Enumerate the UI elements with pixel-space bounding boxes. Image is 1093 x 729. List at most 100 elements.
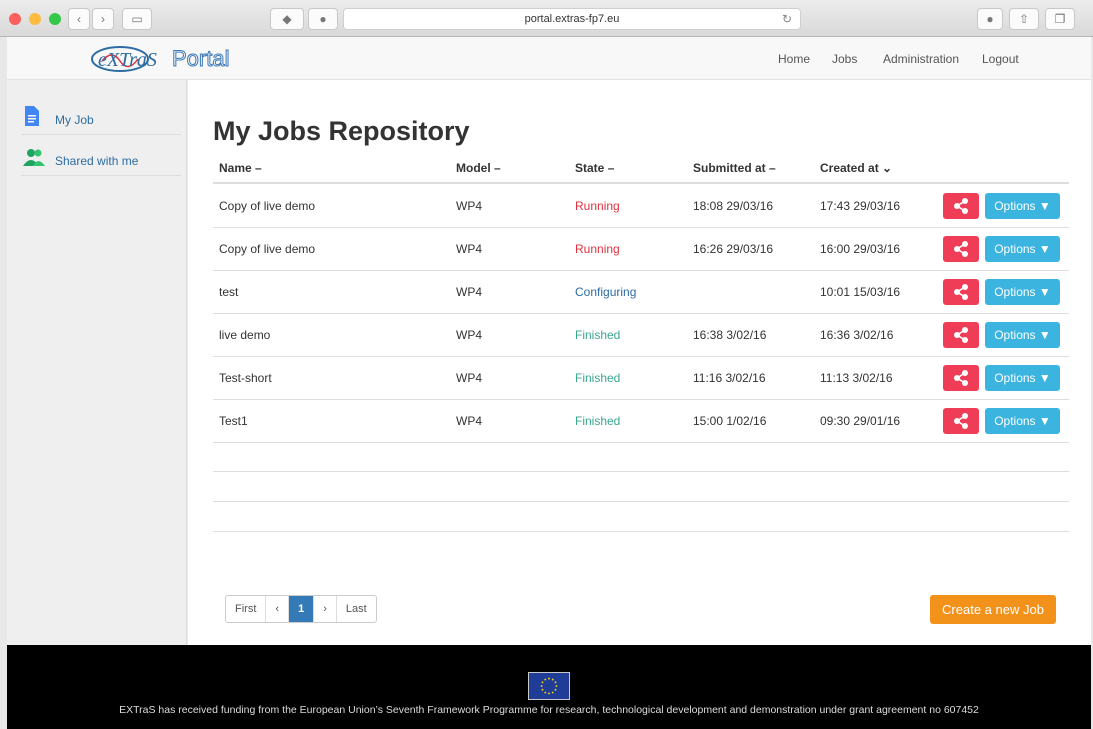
close-window-button[interactable] [9, 13, 21, 25]
page-next-button[interactable]: › [314, 596, 337, 622]
share-icon [954, 413, 968, 429]
eu-flag-icon [528, 672, 570, 700]
column-header-created[interactable]: Created at ⌄ [820, 161, 892, 175]
minimize-window-button[interactable] [29, 13, 41, 25]
funding-notice: EXTraS has received funding from the Eur… [119, 704, 979, 716]
job-model: WP4 [456, 328, 483, 342]
column-header-submitted[interactable]: Submitted at – [693, 161, 776, 175]
job-state: Configuring [575, 285, 637, 299]
job-state: Running [575, 242, 620, 256]
app-header: eXTraS Portal Home Jobs Administration L… [7, 37, 1091, 80]
sidebar-item-shared[interactable]: Shared with me [21, 148, 181, 176]
share-icon [954, 327, 968, 343]
options-dropdown-button[interactable]: Options ▼ [985, 322, 1060, 348]
column-header-model[interactable]: Model – [456, 161, 501, 175]
share-button[interactable] [943, 279, 979, 305]
table-row: test WP4 Configuring 10:01 15/03/16 Options … [213, 271, 1069, 314]
options-dropdown-button[interactable]: Options ▼ [985, 236, 1060, 262]
job-model: WP4 [456, 199, 483, 213]
sort-icon: – [607, 161, 615, 175]
reload-icon[interactable]: ↻ [782, 9, 792, 29]
share-icon [954, 241, 968, 257]
share-icon [954, 198, 968, 214]
page-title: My Jobs Repository [213, 116, 470, 146]
column-header-state[interactable]: State – [575, 161, 614, 175]
logo-sub-text: Portal [172, 46, 229, 71]
job-name: Test-short [219, 371, 272, 385]
sidebar-item-my-job[interactable]: My Job [21, 106, 181, 135]
table-header: Name – Model – State – Submitted at – Cr… [213, 158, 1069, 184]
job-state: Running [575, 199, 620, 213]
job-name: Test1 [219, 414, 248, 428]
job-name: test [219, 285, 239, 299]
share-button[interactable] [943, 322, 979, 348]
pagination: First ‹ 1 › Last [225, 595, 377, 623]
sort-icon: – [769, 161, 776, 175]
empty-row [213, 502, 1069, 532]
job-model: WP4 [456, 414, 483, 428]
page-current-button[interactable]: 1 [289, 596, 315, 622]
sidebar-item-label: Shared with me [55, 154, 139, 168]
nav-jobs[interactable]: Jobs [832, 52, 857, 66]
address-bar[interactable]: portal.extras-fp7.eu ↻ [343, 8, 801, 30]
job-created: 17:43 29/03/16 [820, 199, 901, 213]
options-dropdown-button[interactable]: Options ▼ [985, 279, 1060, 305]
table-row: Copy of live demo WP4 Running 16:26 29/03/1… [213, 228, 1069, 271]
job-created: 16:00 29/03/16 [820, 242, 901, 256]
job-name: Copy of live demo [219, 199, 316, 213]
sidebar-toggle-icon[interactable]: ▭ [122, 8, 152, 30]
sidebar-item-label: My Job [55, 113, 94, 127]
share-button[interactable] [943, 193, 979, 219]
share-button[interactable] [943, 408, 979, 434]
downloads-icon[interactable]: ● [977, 8, 1003, 30]
create-job-button[interactable]: Create a new Job [930, 595, 1056, 624]
table-row: Test-short WP4 Finished 11:16 3/02/16 11:13 … [213, 357, 1069, 400]
share-icon [954, 370, 968, 386]
job-name: Copy of live demo [219, 242, 316, 256]
table-row: Test1 WP4 Finished 15:00 1/02/16 09:30 29/01… [213, 400, 1069, 443]
column-header-name[interactable]: Name – [219, 161, 262, 175]
job-created: 16:36 3/02/16 [820, 328, 894, 342]
browser-toolbar: ‹ › ▭ ◆ ● portal.extras-fp7.eu ↻ ● ⇧ ❐ [0, 0, 1093, 37]
nav-home[interactable]: Home [778, 52, 810, 66]
page-first-button[interactable]: First [226, 596, 267, 622]
logo-main-text: eXTraS [98, 49, 157, 71]
options-dropdown-button[interactable]: Options ▼ [985, 408, 1060, 434]
users-icon [23, 149, 45, 166]
nav-administration[interactable]: Administration [883, 52, 959, 66]
url-text: portal.extras-fp7.eu [524, 13, 620, 25]
table-row: live demo WP4 Finished 16:38 3/02/16 16:36 3… [213, 314, 1069, 357]
share-button[interactable] [943, 365, 979, 391]
job-submitted: 16:38 3/02/16 [693, 328, 767, 342]
job-submitted: 18:08 29/03/16 [693, 199, 774, 213]
options-dropdown-button[interactable]: Options ▼ [985, 193, 1060, 219]
sort-icon: – [494, 161, 501, 175]
chevron-down-icon: ⌄ [882, 161, 893, 175]
sort-icon: – [255, 161, 262, 175]
page-last-button[interactable]: Last [337, 596, 376, 622]
job-state: Finished [575, 371, 621, 385]
job-created: 10:01 15/03/16 [820, 285, 901, 299]
job-submitted: 11:16 3/02/16 [693, 371, 766, 385]
nav-logout[interactable]: Logout [982, 52, 1019, 66]
main-content: My Jobs Repository Name – Model – State … [188, 80, 1091, 645]
job-model: WP4 [456, 242, 483, 256]
extension-icon[interactable]: ◆ [270, 8, 304, 30]
share-page-icon[interactable]: ⇧ [1009, 8, 1039, 30]
adblock-icon[interactable]: ● [308, 8, 338, 30]
forward-button[interactable]: › [92, 8, 114, 30]
table-row: Copy of live demo WP4 Running 18:08 29/03/1… [213, 185, 1069, 228]
back-button[interactable]: ‹ [68, 8, 90, 30]
page-prev-button[interactable]: ‹ [266, 596, 290, 622]
empty-row [213, 442, 1069, 472]
tabs-icon[interactable]: ❐ [1045, 8, 1075, 30]
job-name: live demo [219, 328, 271, 342]
job-submitted: 16:26 29/03/16 [693, 242, 774, 256]
job-state: Finished [575, 328, 621, 342]
job-model: WP4 [456, 371, 483, 385]
extras-logo[interactable]: eXTraS Portal [90, 44, 240, 74]
share-button[interactable] [943, 236, 979, 262]
options-dropdown-button[interactable]: Options ▼ [985, 365, 1060, 391]
share-icon [954, 284, 968, 300]
zoom-window-button[interactable] [49, 13, 61, 25]
